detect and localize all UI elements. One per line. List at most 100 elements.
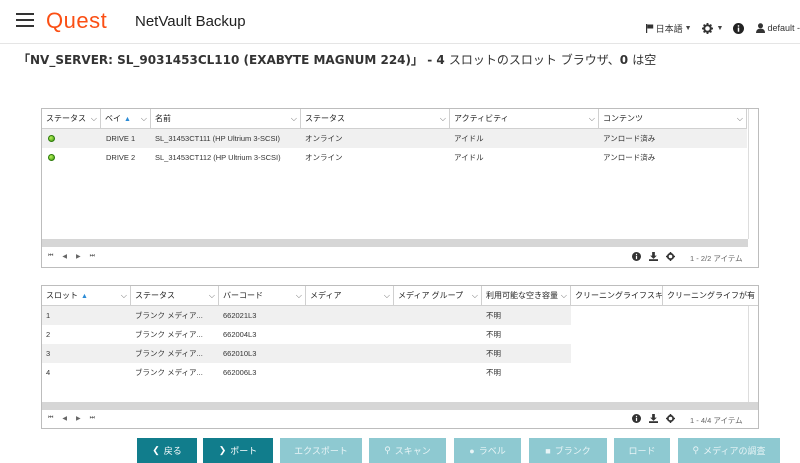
table-row[interactable]: DRIVE 1 SL_31453CT111 (HP Ultrium 3-SCSI…: [42, 129, 747, 148]
first-page-icon[interactable]: ⏮: [48, 253, 53, 260]
vertical-scrollbar[interactable]: [748, 306, 758, 402]
cell-state: オンライン: [305, 153, 343, 162]
column-activity[interactable]: アクティビティ ⌵: [450, 109, 599, 129]
header-tools: 日本語 ▼ ▼ default -: [636, 18, 800, 38]
cell-slot: 1: [46, 311, 51, 320]
gear-icon[interactable]: [665, 413, 676, 424]
column-contents[interactable]: コンテンツ ⌵: [599, 109, 747, 129]
vertical-scrollbar[interactable]: [748, 109, 758, 239]
app-header: Quest NetVault Backup 日本語 ▼ ▼ default -: [0, 0, 800, 44]
cell-slot: 2: [46, 330, 51, 339]
user-menu[interactable]: default -: [756, 23, 800, 33]
item-count: 1 - 2/2 アイテム: [690, 254, 743, 263]
cell-bay: DRIVE 2: [106, 153, 136, 162]
column-cleaning-life-2[interactable]: クリーニングライフが有: [663, 286, 758, 306]
column-status[interactable]: ステータス ⌵: [131, 286, 219, 306]
cell-media: [306, 344, 394, 363]
cell-barcode: 662010L3: [223, 349, 257, 358]
cell-media: [306, 325, 394, 344]
cell-activity: アイドル: [454, 153, 484, 162]
cell-free-space: 不明: [486, 368, 501, 377]
user-icon: [756, 23, 766, 33]
next-page-icon[interactable]: ▶: [76, 415, 81, 422]
port-button[interactable]: ❯ ポート: [203, 438, 273, 463]
column-media[interactable]: メディア ⌵: [306, 286, 394, 306]
cell-media: [306, 363, 394, 382]
cell-media-group: [394, 344, 482, 363]
cell-free-space: 不明: [486, 311, 501, 320]
horizontal-scrollbar[interactable]: [42, 239, 748, 247]
table-row[interactable]: 3 ブランク メディア... 662010L3 不明: [42, 344, 571, 363]
column-cleaning-life-1[interactable]: クリーニングライフスキ: [571, 286, 663, 306]
gear-icon: [701, 22, 713, 34]
table-row[interactable]: 2 ブランク メディア... 662004L3 不明: [42, 325, 571, 344]
first-page-icon[interactable]: ⏮: [48, 415, 53, 422]
info-icon[interactable]: [631, 251, 642, 262]
media-lookup-button[interactable]: ⚲ メディアの調査: [678, 438, 780, 463]
blank-icon: ■: [545, 445, 551, 456]
cell-bay: DRIVE 1: [106, 134, 136, 143]
drives-rows: DRIVE 1 SL_31453CT111 (HP Ultrium 3-SCSI…: [42, 129, 747, 167]
chevron-right-icon: ❯: [218, 445, 227, 455]
pager: ⏮ ◀ ▶ ⏭: [48, 253, 104, 260]
load-button[interactable]: ロード: [614, 438, 670, 463]
menu-icon[interactable]: [16, 13, 34, 27]
cell-media: [306, 306, 394, 325]
cell-barcode: 662021L3: [223, 311, 257, 320]
column-bay[interactable]: ベイ ▲ ⌵: [101, 109, 151, 129]
export-button[interactable]: エクスポート: [280, 438, 362, 463]
column-slot[interactable]: スロット ▲ ⌵: [42, 286, 131, 306]
column-status[interactable]: ステータス ⌵: [42, 109, 101, 129]
sort-ascending-icon: ▲: [81, 293, 88, 300]
info-icon[interactable]: [631, 413, 642, 424]
download-icon[interactable]: [648, 413, 659, 424]
info-icon: [733, 22, 745, 34]
cell-barcode: 662004L3: [223, 330, 257, 339]
slots-rows: 1 ブランク メディア... 662021L3 不明 2 ブランク メディア..…: [42, 306, 571, 382]
flag-icon: [645, 23, 653, 33]
status-online-icon: [48, 135, 55, 142]
title-empty-count: 0: [619, 53, 633, 67]
cell-free-space: 不明: [486, 330, 501, 339]
drives-grid: ステータス ⌵ ベイ ▲ ⌵ 名前 ⌵ ステータス ⌵ アクティビティ ⌵ コンテンツ ⌵ D…: [41, 108, 759, 268]
settings-menu[interactable]: ▼: [701, 22, 723, 34]
cell-slot: 4: [46, 368, 51, 377]
label-button[interactable]: ● ラベル: [454, 438, 521, 463]
label-icon: ●: [469, 445, 475, 456]
slots-grid-footer: ⏮ ◀ ▶ ⏭ 1 - 4/4 アイテム: [42, 409, 758, 428]
gear-icon[interactable]: [665, 251, 676, 262]
cell-name: SL_31453CT112 (HP Ultrium 3-SCSI): [155, 153, 281, 162]
language-selector[interactable]: 日本語 ▼: [645, 22, 692, 35]
table-row[interactable]: DRIVE 2 SL_31453CT112 (HP Ultrium 3-SCSI…: [42, 148, 747, 167]
column-barcode[interactable]: バーコード ⌵: [219, 286, 306, 306]
column-state[interactable]: ステータス ⌵: [301, 109, 450, 129]
table-row[interactable]: 4 ブランク メディア... 662006L3 不明: [42, 363, 571, 382]
cell-contents: アンロード済み: [603, 134, 656, 143]
last-page-icon[interactable]: ⏭: [90, 253, 95, 260]
table-row[interactable]: 1 ブランク メディア... 662021L3 不明: [42, 306, 571, 325]
grid-tools: [631, 413, 682, 424]
back-button[interactable]: ❮ 戻る: [137, 438, 197, 463]
cell-slot: 3: [46, 349, 51, 358]
user-label: default -: [767, 23, 800, 33]
column-free-space[interactable]: 利用可能な空き容量 ⌵: [482, 286, 571, 306]
prev-page-icon[interactable]: ◀: [62, 253, 67, 260]
column-name[interactable]: 名前 ⌵: [151, 109, 301, 129]
title-device: 「NV_SERVER: SL_9031453CL110 (EXABYTE MAG…: [18, 53, 424, 67]
last-page-icon[interactable]: ⏭: [90, 415, 95, 422]
prev-page-icon[interactable]: ◀: [62, 415, 67, 422]
scan-button[interactable]: ⚲ スキャン: [369, 438, 446, 463]
status-online-icon: [48, 154, 55, 161]
language-label: 日本語: [655, 23, 683, 34]
cell-contents: アンロード済み: [603, 153, 656, 162]
download-icon[interactable]: [648, 251, 659, 262]
next-page-icon[interactable]: ▶: [76, 253, 81, 260]
cell-media-group: [394, 306, 482, 325]
column-media-group[interactable]: メディア グループ ⌵: [394, 286, 482, 306]
cell-name: SL_31453CT111 (HP Ultrium 3-SCSI): [155, 134, 281, 143]
blank-button[interactable]: ■ ブランク: [529, 438, 607, 463]
drives-grid-header: ステータス ⌵ ベイ ▲ ⌵ 名前 ⌵ ステータス ⌵ アクティビティ ⌵ コンテンツ ⌵: [42, 109, 747, 129]
info-button[interactable]: [733, 22, 746, 34]
cell-media-group: [394, 363, 482, 382]
chevron-left-icon: ❮: [152, 445, 160, 455]
